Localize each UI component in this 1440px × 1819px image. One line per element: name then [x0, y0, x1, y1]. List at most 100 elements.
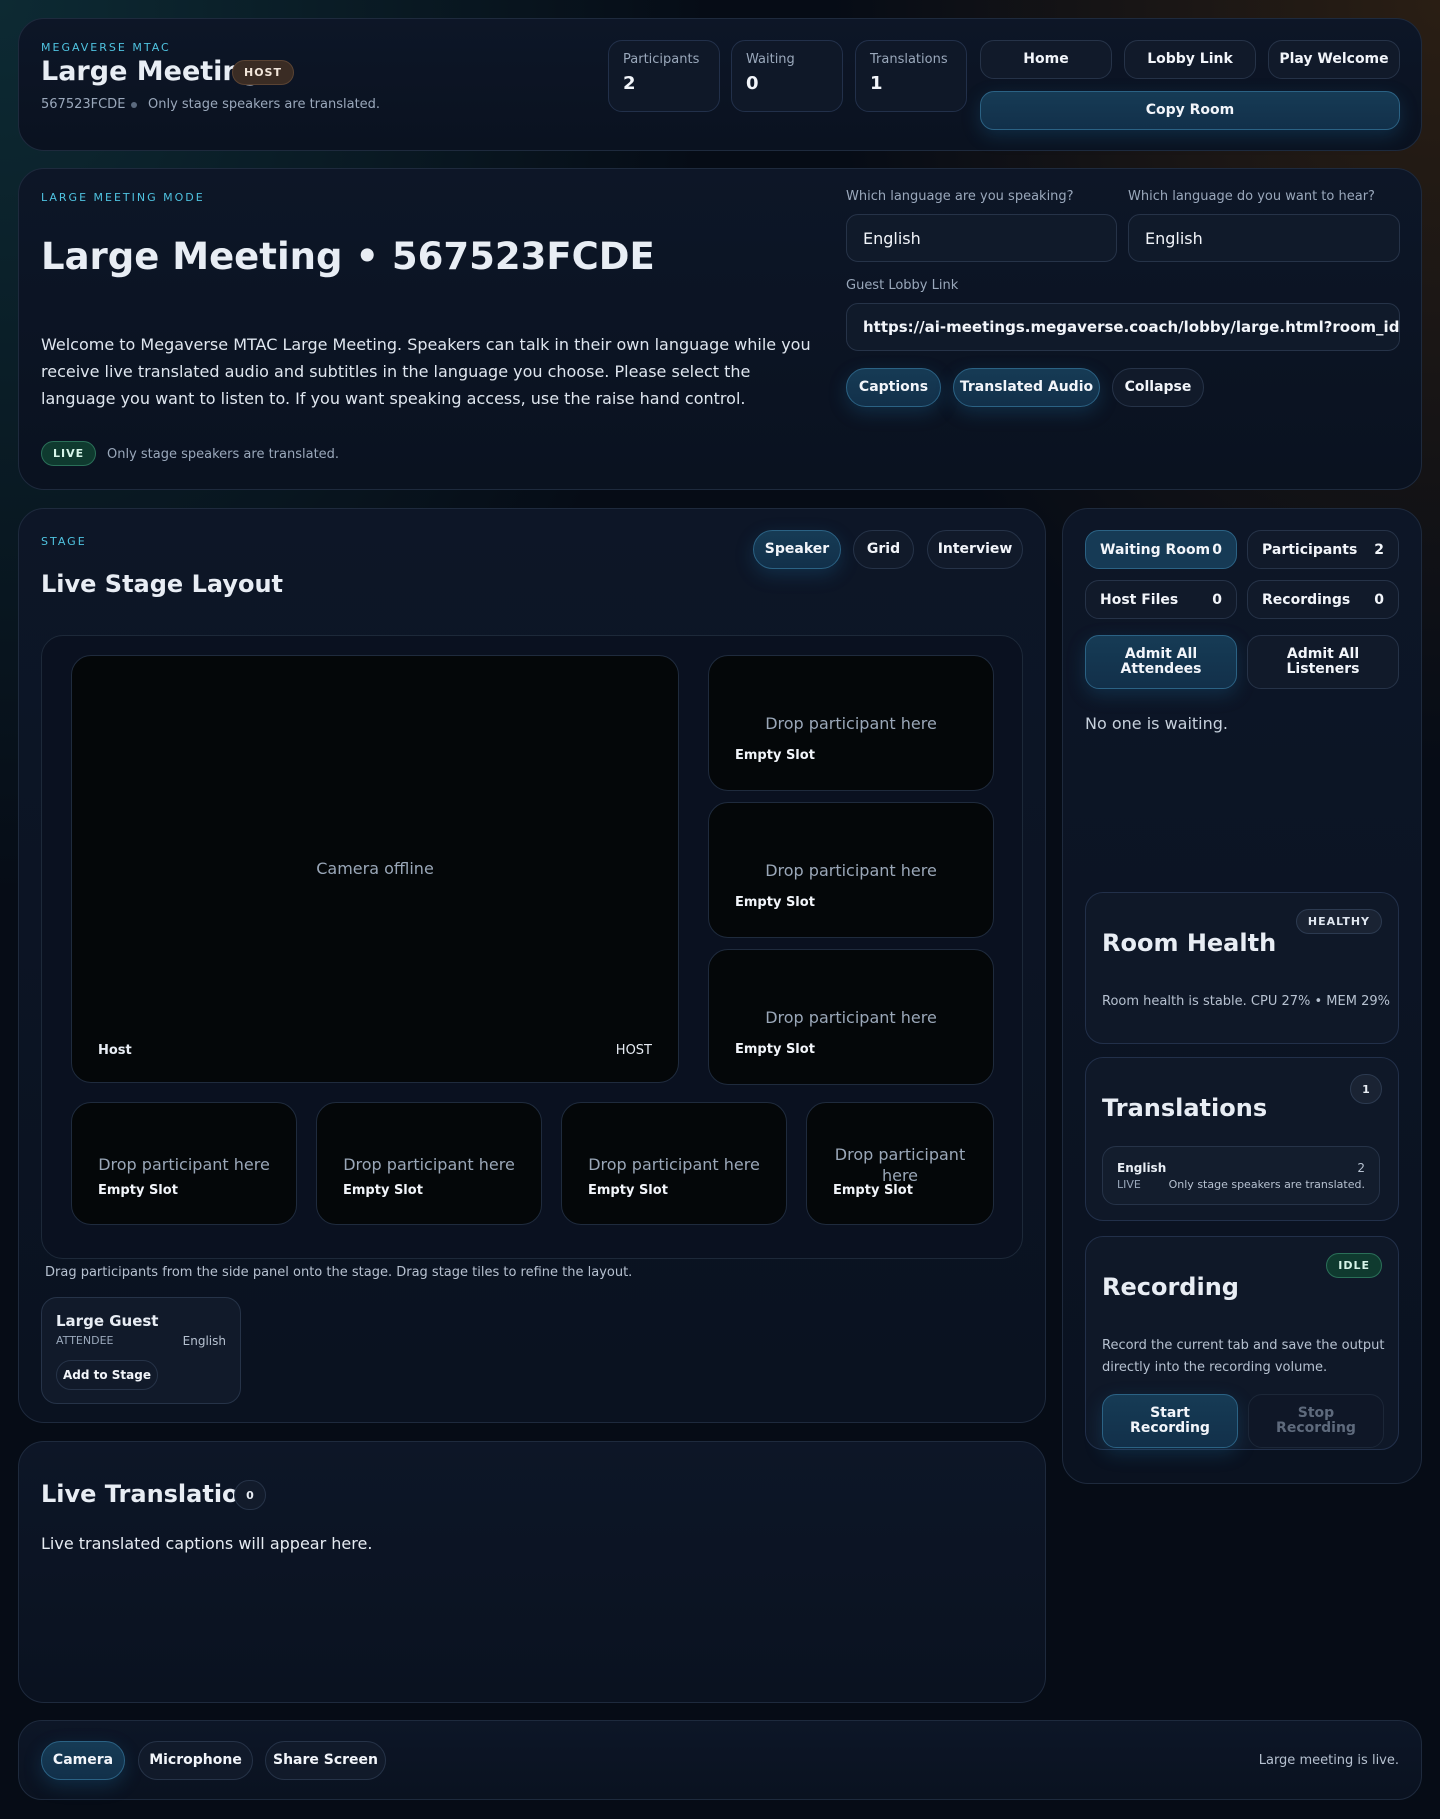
slot-label: Empty Slot [588, 1183, 668, 1198]
stat-label: Translations [870, 52, 948, 67]
camera-offline-text: Camera offline [316, 859, 434, 878]
live-translation-count: 0 [234, 1480, 266, 1510]
slot-label: Empty Slot [833, 1183, 913, 1198]
stage-slot-tile[interactable]: Drop participant here Empty Slot [316, 1102, 542, 1225]
translation-language-row: English 2 LIVE Only stage speakers are t… [1102, 1146, 1380, 1205]
camera-button[interactable]: Camera [41, 1741, 125, 1780]
stage-slot-tile[interactable]: Drop participant here Empty Slot [708, 802, 994, 938]
stage-title: Live Stage Layout [41, 570, 284, 598]
recording-card: IDLE Recording Record the current tab an… [1085, 1236, 1399, 1450]
participant-language: English [182, 1334, 226, 1348]
start-recording-button[interactable]: Start Recording [1102, 1394, 1238, 1448]
brand-eyebrow: MEGAVERSE MTAC [41, 41, 171, 54]
add-to-stage-button[interactable]: Add to Stage [56, 1360, 158, 1390]
page-title: Large Meeting [41, 56, 261, 87]
stage-slot-tile[interactable]: Drop participant here Empty Slot [71, 1102, 297, 1225]
captions-button[interactable]: Captions [846, 368, 941, 407]
admit-all-attendees-button[interactable]: Admit All Attendees [1085, 635, 1237, 689]
slot-label: Empty Slot [98, 1183, 178, 1198]
chip-count: 0 [1374, 591, 1384, 608]
lobby-link-value: https://ai-meetings.megaverse.coach/lobb… [863, 318, 1400, 336]
stage-slot-tile[interactable]: Drop participant here Empty Slot [561, 1102, 787, 1225]
live-translation-title: Live Translation [41, 1480, 256, 1508]
admit-all-listeners-button[interactable]: Admit All Listeners [1247, 635, 1399, 689]
room-health-title: Room Health [1102, 929, 1277, 957]
waiting-room-tab[interactable]: Waiting Room 0 [1085, 530, 1237, 569]
stage-slot-tile[interactable]: Drop participant here Empty Slot [708, 949, 994, 1085]
hearing-language-select[interactable]: English [1128, 214, 1400, 262]
translation-language: English [1117, 1161, 1167, 1175]
dot-separator [131, 102, 137, 108]
hearing-language-label: Which language do you want to hear? [1128, 189, 1375, 204]
stat-label: Participants [623, 52, 700, 67]
speaking-language-value: English [863, 228, 921, 248]
chip-label: Host Files [1100, 591, 1179, 608]
live-badge: LIVE [41, 441, 97, 466]
translation-status: LIVE [1117, 1178, 1141, 1191]
stat-value: 1 [870, 73, 883, 94]
translation-language-count: 2 [1357, 1161, 1365, 1175]
hearing-language-value: English [1145, 228, 1203, 248]
waiting-empty-note: No one is waiting. [1085, 714, 1229, 733]
welcome-description: Welcome to Megaverse MTAC Large Meeting.… [41, 335, 811, 408]
stage-panel: STAGE Live Stage Layout Speaker Grid Int… [18, 508, 1046, 1423]
layout-speaker-button[interactable]: Speaker [753, 530, 841, 569]
play-welcome-button[interactable]: Play Welcome [1268, 40, 1400, 79]
chip-count: 0 [1212, 541, 1222, 558]
share-screen-button[interactable]: Share Screen [265, 1741, 386, 1780]
speaking-language-select[interactable]: English [846, 214, 1117, 262]
stage-slot-tile[interactable]: Drop participant here Empty Slot [806, 1102, 994, 1225]
stat-label: Waiting [746, 52, 795, 67]
recordings-tab[interactable]: Recordings 0 [1247, 580, 1399, 619]
health-status-badge: HEALTHY [1295, 909, 1382, 934]
translated-audio-button[interactable]: Translated Audio [953, 368, 1100, 407]
translations-title: Translations [1102, 1094, 1268, 1122]
copy-room-button[interactable]: Copy Room [980, 91, 1400, 130]
speaking-language-label: Which language are you speaking? [846, 189, 1074, 204]
header-panel: MEGAVERSE MTAC Large Meeting HOST 567523… [18, 18, 1422, 151]
chip-label: Recordings [1262, 591, 1351, 608]
main-tile-name: Host [98, 1043, 132, 1058]
meeting-status-text: Large meeting is live. [1258, 1753, 1399, 1768]
stage-slot-tile[interactable]: Drop participant here Empty Slot [708, 655, 994, 791]
microphone-button[interactable]: Microphone [138, 1741, 253, 1780]
stat-value: 0 [746, 73, 759, 94]
host-files-tab[interactable]: Host Files 0 [1085, 580, 1237, 619]
participants-tab[interactable]: Participants 2 [1247, 530, 1399, 569]
layout-interview-button[interactable]: Interview [927, 530, 1023, 569]
participant-name: Large Guest [56, 1312, 159, 1330]
meeting-mode-panel: LARGE MEETING MODE Large Meeting • 56752… [18, 168, 1422, 490]
main-speaker-tile[interactable]: Camera offline Host HOST [71, 655, 679, 1083]
mode-eyebrow: LARGE MEETING MODE [41, 191, 205, 204]
lobby-link-field[interactable]: https://ai-meetings.megaverse.coach/lobb… [846, 303, 1400, 351]
drop-hint: Drop participant here [343, 1155, 515, 1174]
stop-recording-button[interactable]: Stop Recording [1248, 1394, 1384, 1448]
translations-stat: Translations 1 [855, 40, 967, 112]
room-health-text: Room health is stable. CPU 27% • MEM 29% [1102, 994, 1390, 1009]
chip-count: 0 [1212, 591, 1222, 608]
host-role-badge: HOST [232, 60, 294, 85]
collapse-button[interactable]: Collapse [1112, 368, 1204, 407]
stage-hint: Drag participants from the side panel on… [45, 1265, 633, 1280]
recording-description: Record the current tab and save the outp… [1102, 1338, 1385, 1375]
drop-hint: Drop participant here [765, 714, 937, 733]
lobby-link-button[interactable]: Lobby Link [1124, 40, 1256, 79]
recording-status-badge: IDLE [1326, 1253, 1382, 1278]
chip-label: Participants [1262, 541, 1358, 558]
participant-card[interactable]: Large Guest ATTENDEE English Add to Stag… [41, 1297, 241, 1404]
media-controls-bar: Camera Microphone Share Screen Large mee… [18, 1720, 1422, 1800]
home-button[interactable]: Home [980, 40, 1112, 79]
drop-hint: Drop participant here [834, 1145, 966, 1185]
slot-label: Empty Slot [735, 748, 815, 763]
side-panel: Waiting Room 0 Participants 2 Host Files… [1062, 508, 1422, 1484]
stage-canvas: Camera offline Host HOST Drop participan… [41, 635, 1023, 1259]
captions-placeholder: Live translated captions will appear her… [41, 1534, 373, 1553]
drop-hint: Drop participant here [765, 1008, 937, 1027]
translations-count-badge: 1 [1350, 1074, 1382, 1104]
layout-grid-button[interactable]: Grid [853, 530, 914, 569]
recording-title: Recording [1102, 1273, 1239, 1301]
lobby-link-label: Guest Lobby Link [846, 278, 959, 293]
slot-label: Empty Slot [735, 895, 815, 910]
slot-label: Empty Slot [735, 1042, 815, 1057]
stat-value: 2 [623, 73, 636, 94]
